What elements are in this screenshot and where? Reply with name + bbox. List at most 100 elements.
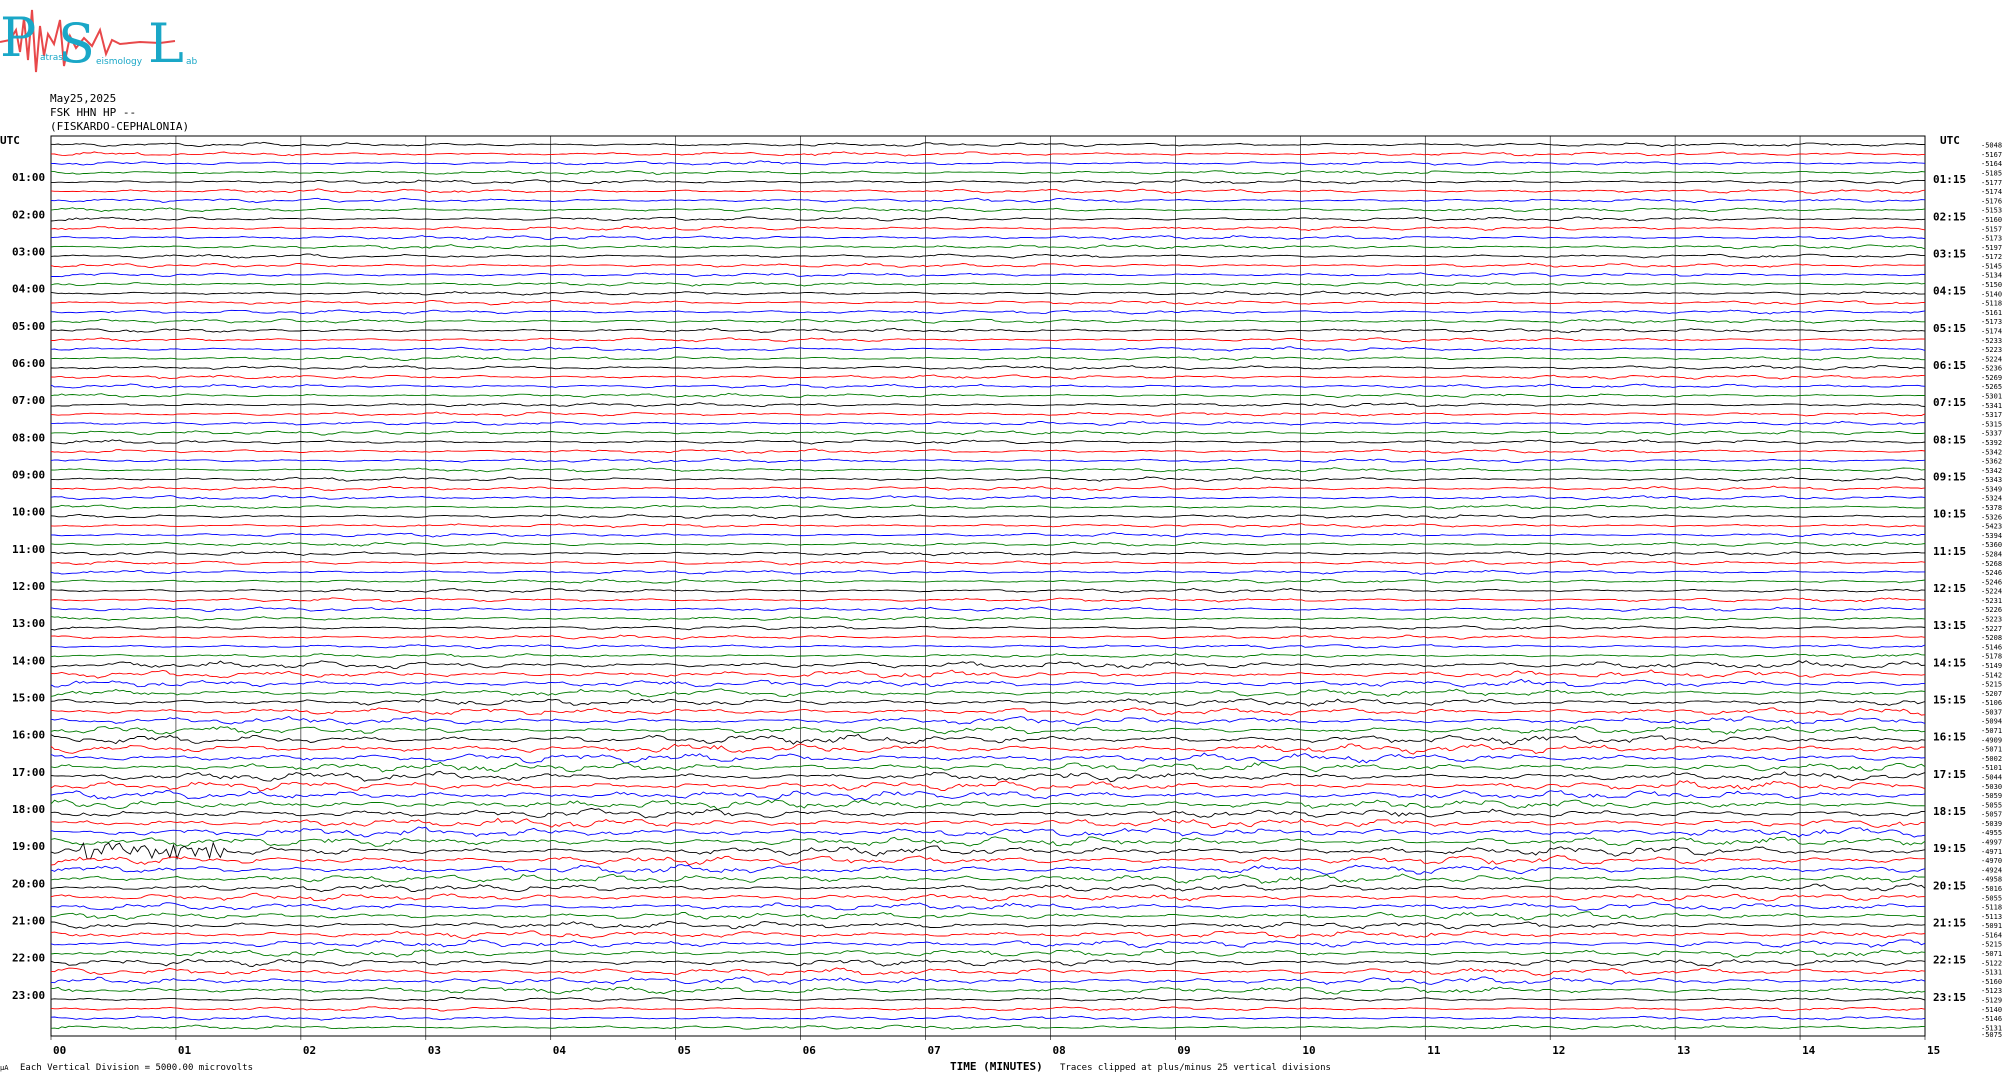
seismic-trace: [50, 578, 1926, 584]
trace-offset-label: -5071: [1981, 950, 2002, 958]
right-hour-label: 21:15: [1933, 917, 1966, 930]
right-axis-title: UTC: [1940, 134, 1960, 147]
x-axis-title: TIME (MINUTES): [950, 1060, 1043, 1073]
right-hour-label: 07:15: [1933, 396, 1966, 409]
right-hour-label: 17:15: [1933, 768, 1966, 781]
trace-offset-label: -5215: [1981, 941, 2002, 949]
seismic-trace: [50, 532, 1926, 538]
left-hour-label: 01:00: [12, 171, 45, 184]
right-hour-label: 15:15: [1933, 694, 1966, 707]
x-tick-label: 02: [303, 1044, 316, 1057]
trace-offset-label: -5301: [1981, 393, 2002, 401]
trace-offset-label: -5160: [1981, 216, 2002, 224]
seismic-trace: [50, 392, 1926, 398]
seismic-trace: [50, 439, 1926, 445]
seismic-trace: [50, 606, 1926, 612]
seismic-trace: [50, 170, 1926, 175]
seismic-trace: [50, 299, 1926, 306]
right-hour-label: 16:15: [1933, 731, 1966, 744]
trace-offset-label: -5118: [1981, 300, 2002, 308]
right-hour-label: 19:15: [1933, 842, 1966, 855]
x-tick-label: 00: [53, 1044, 66, 1057]
trace-offset-label: -5215: [1981, 681, 2002, 689]
x-tick-label: 09: [1177, 1044, 1190, 1057]
seismic-trace: [50, 411, 1926, 417]
seismic-trace: [50, 402, 1926, 408]
seismic-trace: [50, 430, 1926, 436]
trace-offset-label: -5360: [1981, 541, 2002, 549]
x-tick-label: 03: [428, 1044, 441, 1057]
seismic-trace: [50, 216, 1926, 222]
left-hour-label: 15:00: [12, 692, 45, 705]
seismic-trace: [50, 634, 1926, 640]
trace-offset-label: -5149: [1981, 662, 2002, 670]
x-tick-label: 01: [178, 1044, 192, 1057]
left-axis-title: UTC: [0, 134, 20, 147]
trace-offset-label: -5341: [1981, 402, 2002, 410]
trace-offset-label: -5231: [1981, 597, 2002, 605]
trace-offset-label: -5224: [1981, 355, 2002, 363]
seismic-trace: [50, 678, 1926, 688]
trace-offset-label: -5394: [1981, 532, 2002, 540]
seismic-trace: [50, 495, 1926, 501]
seismic-trace: [50, 807, 1926, 819]
trace-offset-label: -5207: [1981, 690, 2002, 698]
trace-offset-label: -5173: [1981, 318, 2002, 326]
seismic-trace: [50, 939, 1926, 949]
trace-offset-label: -5146: [1981, 1015, 2002, 1023]
seismic-trace: [50, 688, 1926, 698]
seismic-trace: [50, 743, 1926, 755]
seismic-trace: [51, 179, 1926, 185]
right-hour-label: 13:15: [1933, 619, 1966, 632]
right-hour-label: 03:15: [1933, 248, 1966, 261]
trace-offset-label: -5208: [1981, 634, 2002, 642]
seismic-trace: [50, 383, 1926, 389]
x-tick-label: 04: [553, 1044, 567, 1057]
left-hour-label: 07:00: [12, 394, 45, 407]
seismic-trace: [50, 799, 1926, 811]
seismic-trace: [50, 715, 1926, 726]
trace-offset-label: -5037: [1981, 708, 2002, 716]
seismic-trace: [50, 197, 1926, 204]
trace-offset-label: -5091: [1981, 922, 2002, 930]
seismic-trace: [50, 281, 1926, 287]
right-hour-label: 23:15: [1933, 991, 1966, 1004]
trace-offset-label: -5324: [1981, 495, 2002, 503]
trace-offset-label: -5142: [1981, 671, 2002, 679]
trace-offset-label: -5145: [1981, 262, 2002, 270]
trace-offset-label: -5174: [1981, 188, 2002, 196]
trace-offset-label: -5101: [1981, 764, 2002, 772]
trace-offset-label: -5055: [1981, 801, 2002, 809]
left-hour-label: 21:00: [12, 915, 45, 928]
trace-offset-label: -5071: [1981, 746, 2002, 754]
seismic-trace: [50, 841, 1926, 861]
left-hour-label: 13:00: [12, 617, 45, 630]
seismic-trace: [50, 513, 1926, 519]
trace-offset-label: -5349: [1981, 485, 2002, 493]
seismic-trace: [50, 207, 1926, 213]
seismic-trace: [50, 669, 1926, 679]
seismic-trace: [50, 873, 1926, 884]
trace-offset-label: -5016: [1981, 885, 2002, 893]
seismic-trace: [50, 457, 1926, 463]
trace-offset-label: -4909: [1981, 736, 2002, 744]
trace-offset-label: -5059: [1981, 792, 2002, 800]
trace-offset-label: -5153: [1981, 207, 2002, 215]
seismic-trace: [50, 864, 1926, 875]
left-hour-label: 14:00: [12, 654, 45, 667]
seismic-trace: [50, 467, 1926, 473]
trace-offset-label: -5057: [1981, 811, 2002, 819]
seismic-trace: [50, 151, 1926, 157]
trace-offset-label: -5160: [1981, 978, 2002, 986]
seismic-trace: [50, 892, 1926, 902]
seismic-trace: [50, 504, 1926, 510]
trace-offset-label: -5140: [1981, 1006, 2002, 1014]
trace-offset-label: -5123: [1981, 987, 2002, 995]
right-hour-label: 18:15: [1933, 805, 1966, 818]
trace-offset-label: -5129: [1981, 996, 2002, 1004]
seismic-trace: [50, 653, 1926, 659]
corner-mark: µA: [0, 1064, 9, 1072]
trace-offset-label: -5044: [1981, 773, 2002, 781]
seismic-trace: [50, 854, 1926, 866]
right-hour-label: 11:15: [1933, 545, 1966, 558]
